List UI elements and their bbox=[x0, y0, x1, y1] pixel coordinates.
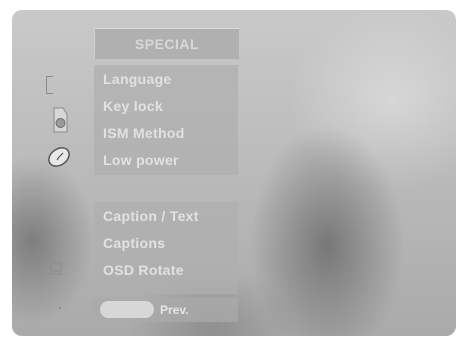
bracket-icon[interactable] bbox=[46, 76, 53, 94]
prev-button[interactable] bbox=[100, 301, 154, 318]
speaker-icon[interactable] bbox=[50, 105, 70, 135]
menu-group-2: Caption / Text Captions OSD Rotate bbox=[94, 202, 238, 294]
dot-icon bbox=[59, 307, 61, 309]
prev-label: Prev. bbox=[160, 303, 189, 317]
menu-item-ism-method[interactable]: ISM Method bbox=[103, 125, 185, 141]
menu-item-osd-rotate[interactable]: OSD Rotate bbox=[103, 262, 184, 278]
screen-icon[interactable] bbox=[50, 262, 64, 276]
menu-item-low-power[interactable]: Low power bbox=[103, 152, 179, 168]
menu-footer: Prev. bbox=[94, 298, 238, 322]
clock-icon[interactable] bbox=[46, 146, 72, 168]
menu-title: SPECIAL bbox=[134, 36, 200, 52]
menu-title-bar: SPECIAL bbox=[94, 28, 239, 59]
menu-item-key-lock[interactable]: Key lock bbox=[103, 98, 163, 114]
menu-item-caption-text[interactable]: Caption / Text bbox=[103, 208, 199, 224]
menu-group-1: Language Key lock ISM Method Low power bbox=[94, 65, 238, 175]
tv-osd-screen: SPECIAL Language Key lock ISM Method Low… bbox=[12, 10, 456, 336]
menu-item-language[interactable]: Language bbox=[103, 71, 172, 87]
menu-item-captions[interactable]: Captions bbox=[103, 235, 165, 251]
